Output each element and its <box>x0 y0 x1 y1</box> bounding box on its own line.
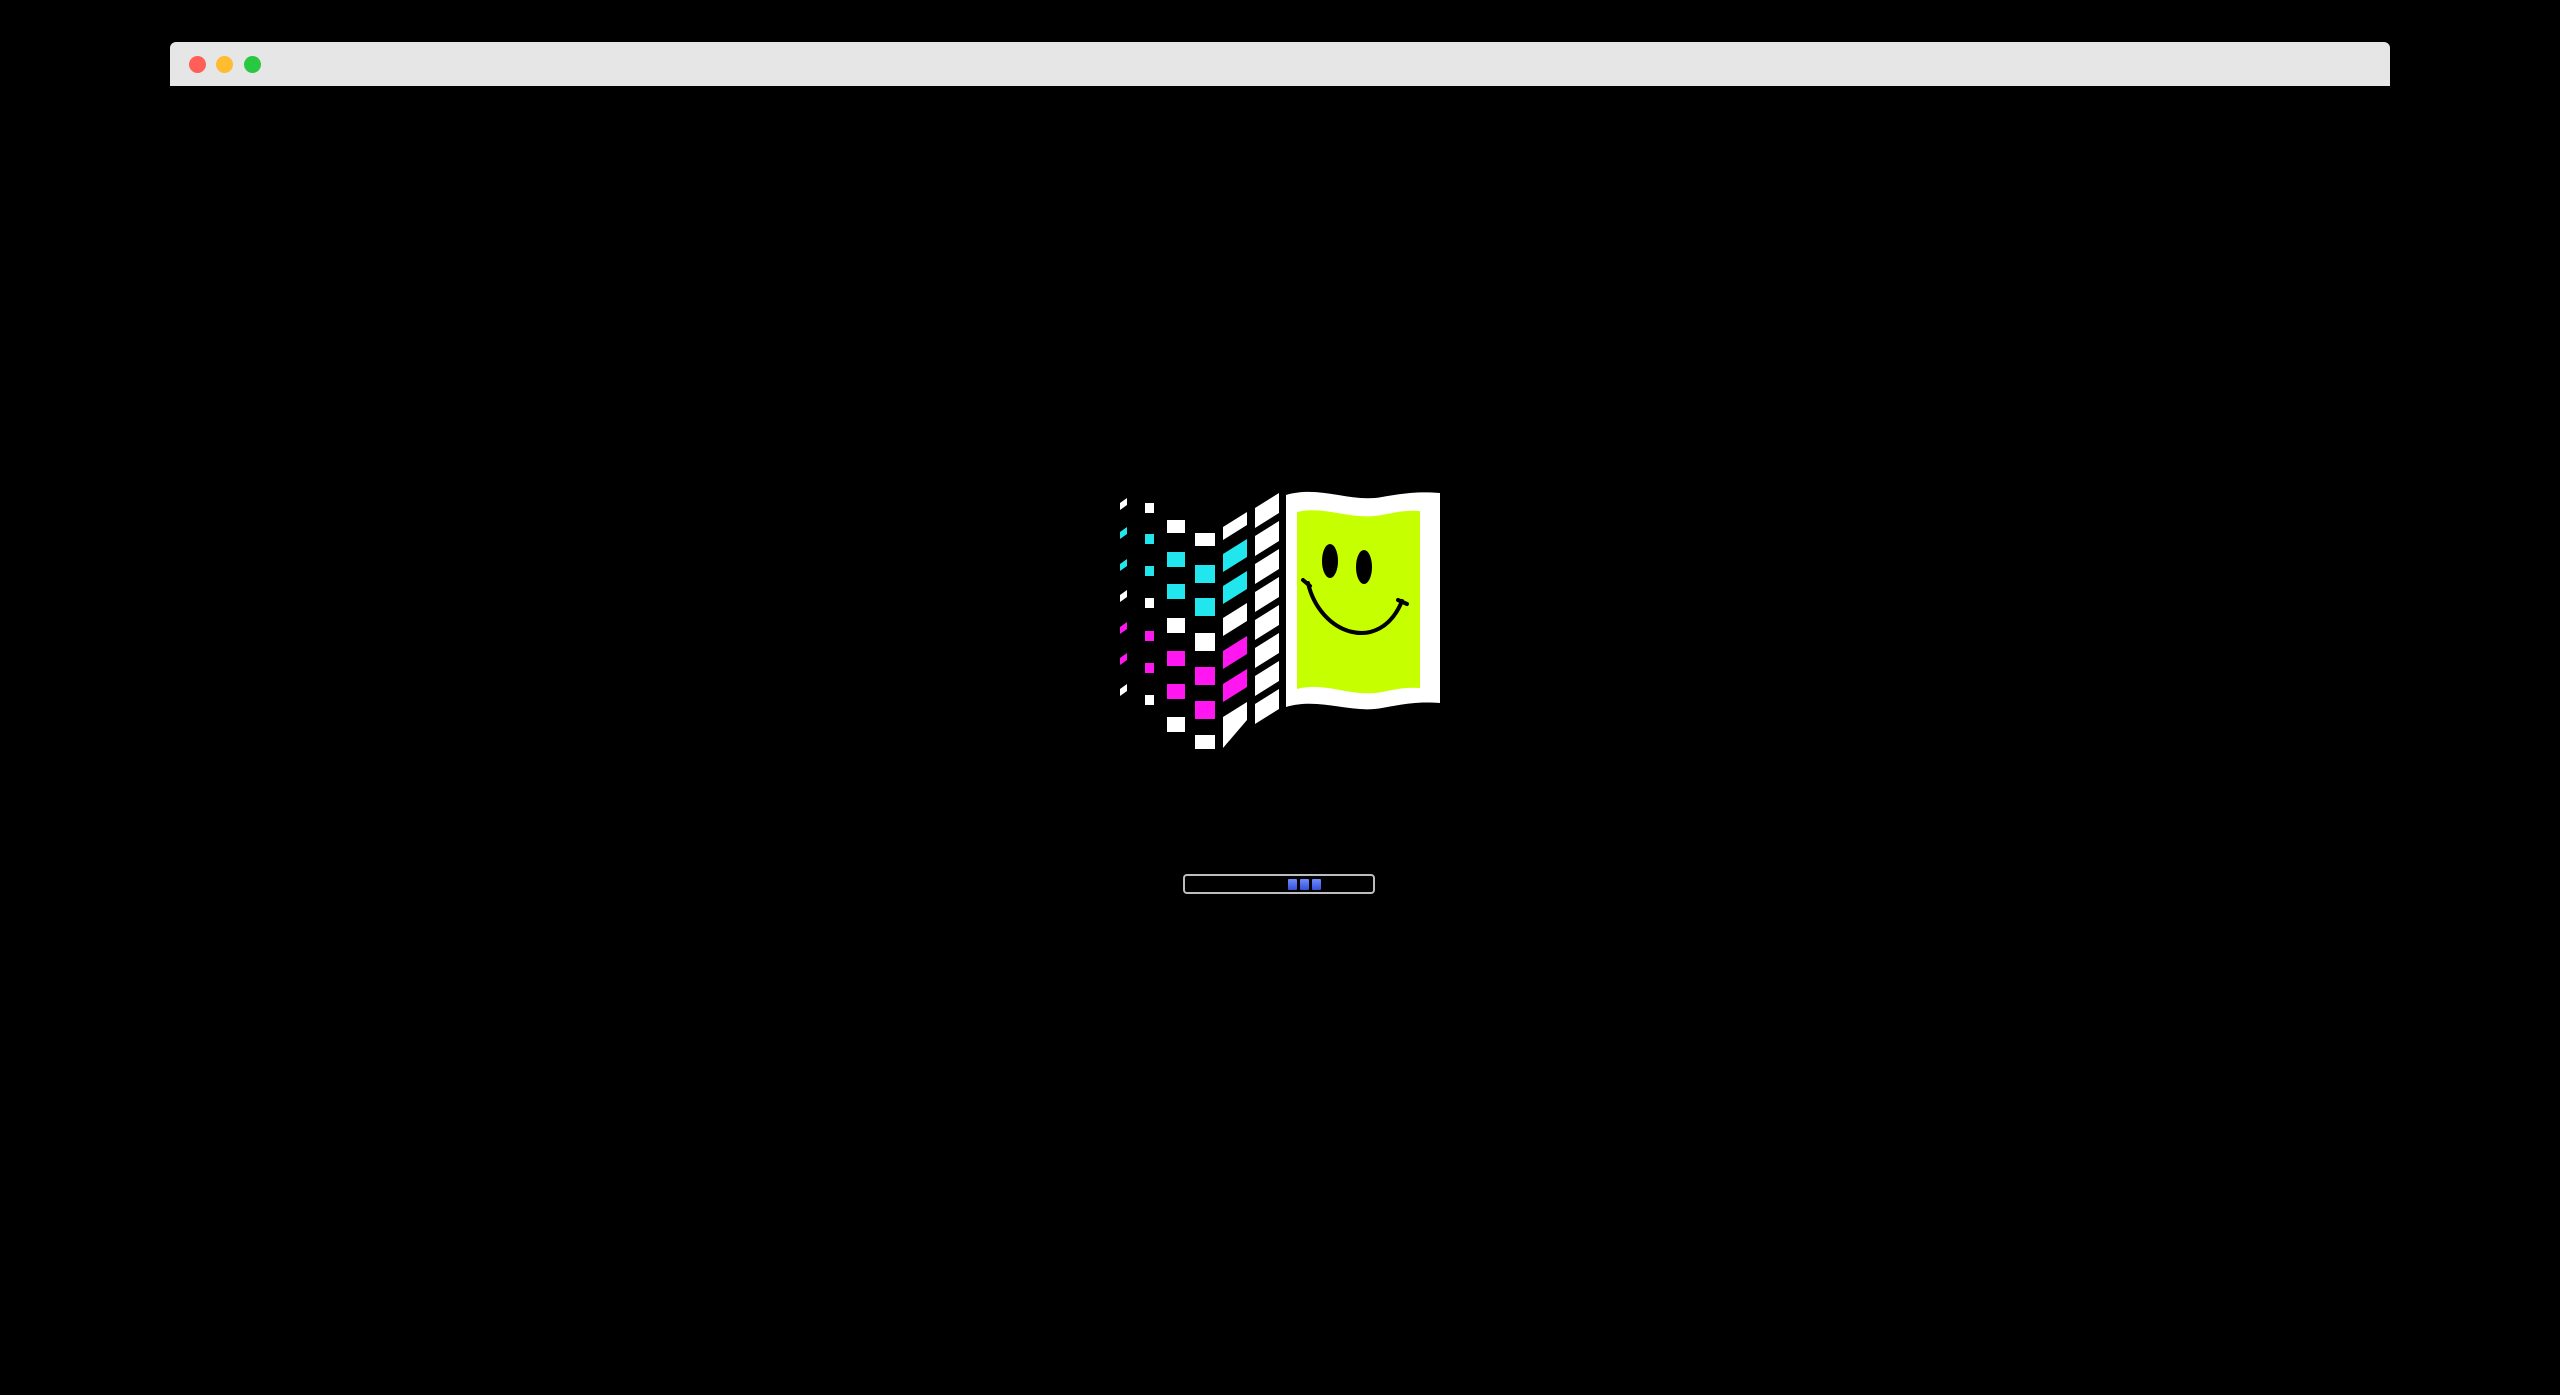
windows-flag-smiley-icon <box>1120 491 1440 749</box>
flag-column-5 <box>1223 512 1247 748</box>
progress-block-1 <box>1288 879 1297 890</box>
flag-column-1 <box>1120 498 1127 696</box>
flag-column-2 <box>1145 503 1154 705</box>
boot-screen <box>0 0 2560 1395</box>
flag-column-3 <box>1167 520 1185 732</box>
close-button[interactable] <box>189 56 206 73</box>
browser-title-bar <box>170 42 2390 86</box>
flag-smiley-panel <box>1286 491 1440 710</box>
minimize-button[interactable] <box>216 56 233 73</box>
progress-block-3 <box>1312 879 1321 890</box>
boot-progress-bar <box>1183 874 1375 894</box>
progress-block-2 <box>1300 879 1309 890</box>
flag-column-6 <box>1255 493 1279 724</box>
flag-column-4 <box>1195 533 1215 749</box>
maximize-button[interactable] <box>244 56 261 73</box>
